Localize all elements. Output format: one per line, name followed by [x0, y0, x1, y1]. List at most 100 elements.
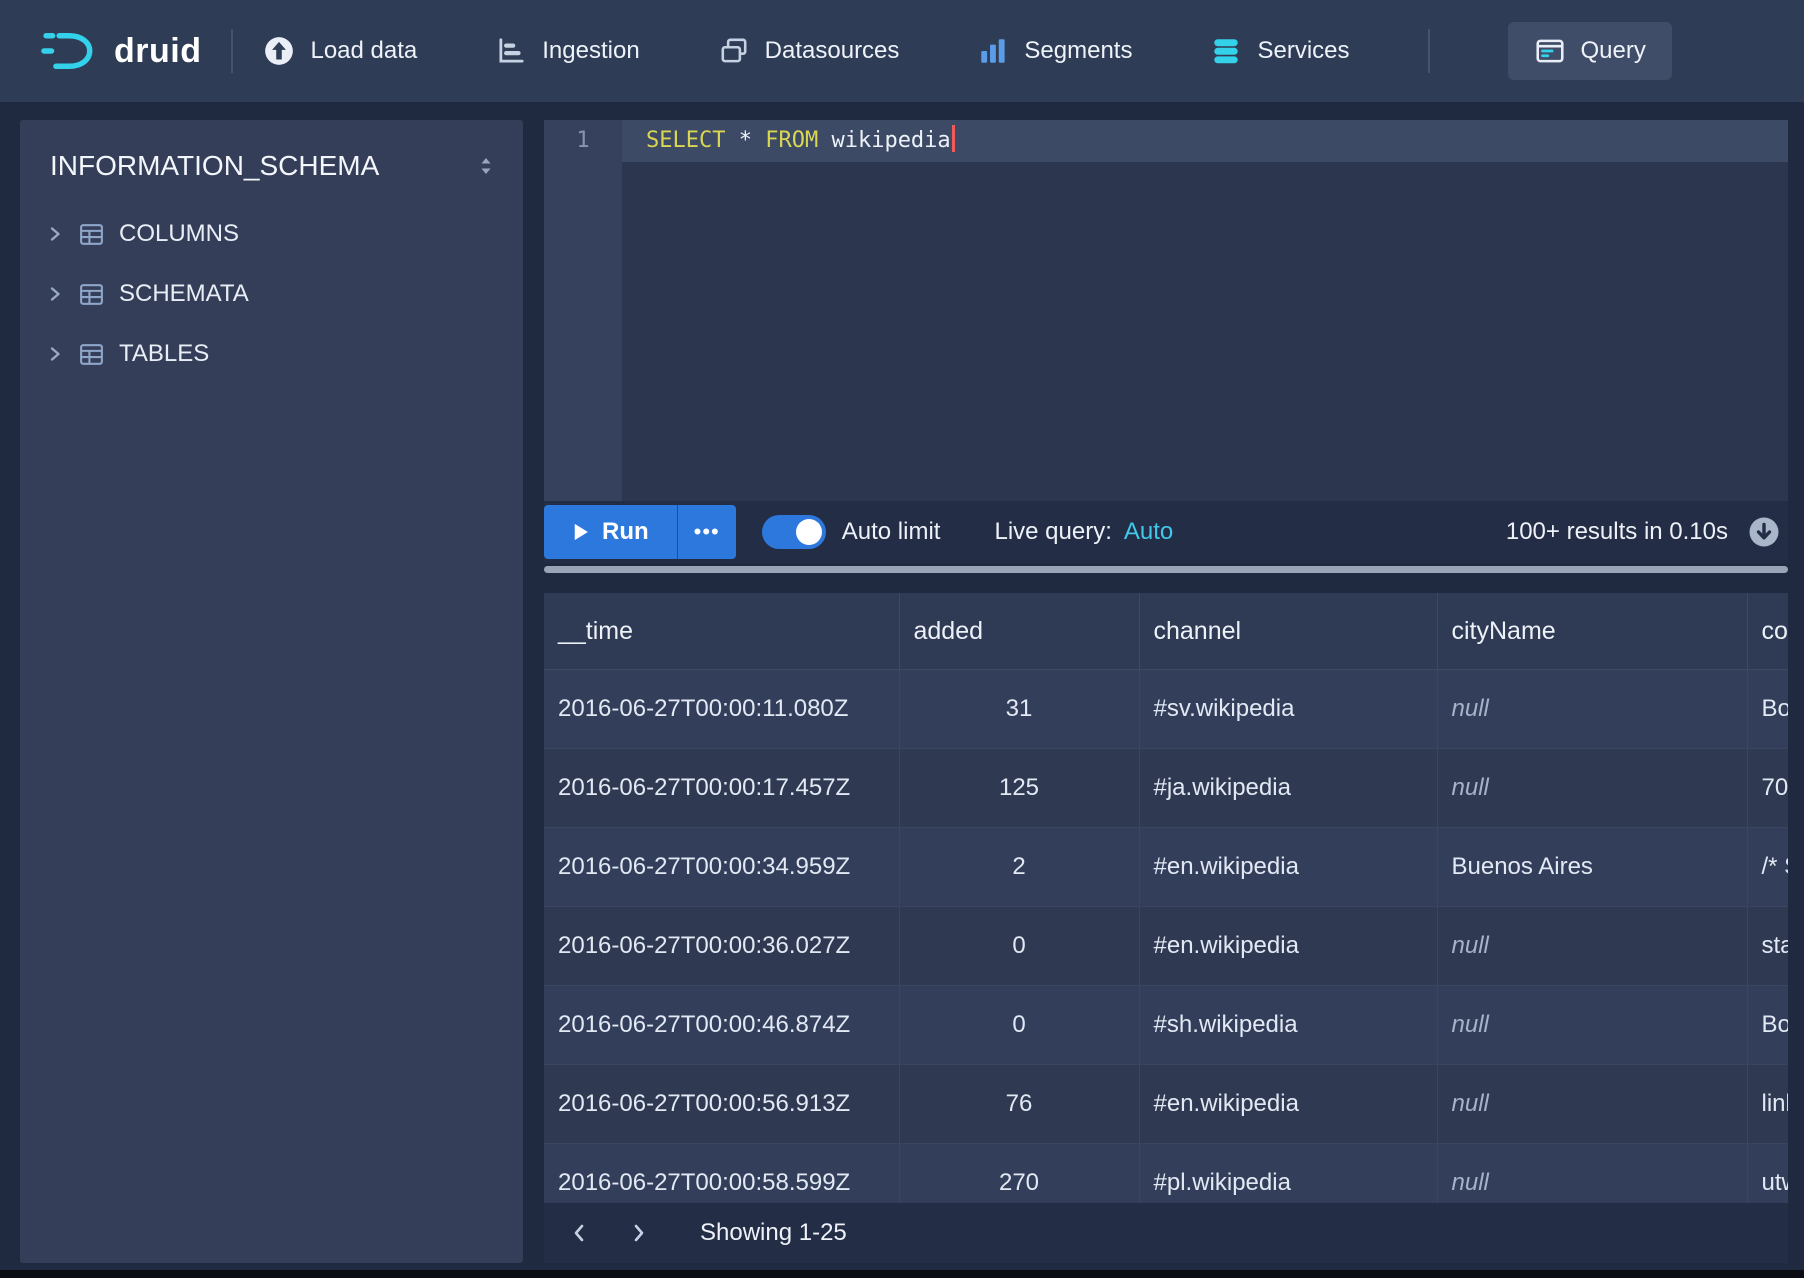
- run-button[interactable]: Run: [544, 505, 677, 559]
- sql-token: wikipedia: [818, 128, 950, 153]
- table-cell[interactable]: Bo: [1747, 670, 1788, 749]
- tree-item-label: TABLES: [119, 340, 209, 368]
- tree-item-tables[interactable]: TABLES: [20, 324, 523, 384]
- showing-label: Showing 1-25: [700, 1219, 847, 1247]
- table-cell[interactable]: Buenos Aires: [1437, 828, 1747, 907]
- text-cursor: [952, 125, 955, 152]
- nav-item-services[interactable]: Services: [1210, 35, 1349, 67]
- table-cell[interactable]: 2016-06-27T00:00:46.874Z: [544, 986, 899, 1065]
- pagination-bar: Showing 1-25: [544, 1203, 1788, 1263]
- nav-item-load-data[interactable]: Load data: [263, 35, 417, 67]
- run-button-label: Run: [602, 518, 649, 546]
- live-query-label: Live query:: [994, 518, 1111, 546]
- download-results-button[interactable]: [1746, 514, 1782, 550]
- schema-title: INFORMATION_SCHEMA: [50, 150, 379, 182]
- nav-item-segments[interactable]: Segments: [977, 35, 1132, 67]
- nav-item-datasources[interactable]: Datasources: [718, 35, 900, 67]
- table-cell[interactable]: #sh.wikipedia: [1139, 986, 1437, 1065]
- tree-item-label: COLUMNS: [119, 220, 239, 248]
- table-cell[interactable]: sta: [1747, 907, 1788, 986]
- table-cell[interactable]: 2016-06-27T00:00:36.027Z: [544, 907, 899, 986]
- sql-editor[interactable]: 1 SELECT * FROM wikipedia: [544, 120, 1788, 501]
- table-row: 2016-06-27T00:00:34.959Z2#en.wikipediaBu…: [544, 828, 1788, 907]
- run-button-group: Run •••: [544, 505, 736, 559]
- table-cell[interactable]: 2: [899, 828, 1139, 907]
- tree-item-columns[interactable]: COLUMNS: [20, 204, 523, 264]
- table-cell[interactable]: 2016-06-27T00:00:17.457Z: [544, 749, 899, 828]
- brand-name: druid: [114, 32, 201, 71]
- table-cell[interactable]: /* S: [1747, 828, 1788, 907]
- table-cell[interactable]: Bo: [1747, 986, 1788, 1065]
- play-icon: [572, 522, 590, 542]
- table-cell[interactable]: null: [1437, 670, 1747, 749]
- nav-item-label: Datasources: [765, 37, 900, 65]
- column-header-channel[interactable]: channel: [1139, 593, 1437, 670]
- chevron-right-icon: [46, 285, 64, 303]
- toggle-switch[interactable]: [762, 515, 826, 549]
- table-cell[interactable]: #ja.wikipedia: [1139, 749, 1437, 828]
- table-cell[interactable]: 125: [899, 749, 1139, 828]
- table-cell[interactable]: link: [1747, 1065, 1788, 1144]
- query-icon: [1534, 35, 1566, 67]
- table-cell[interactable]: #en.wikipedia: [1139, 1065, 1437, 1144]
- table-cell[interactable]: #en.wikipedia: [1139, 907, 1437, 986]
- next-page-button[interactable]: [616, 1211, 660, 1255]
- tree-item-label: SCHEMATA: [119, 280, 249, 308]
- results-meta: 100+ results in 0.10s: [1506, 514, 1788, 550]
- table-cell[interactable]: 70.: [1747, 749, 1788, 828]
- table-row: 2016-06-27T00:00:11.080Z31#sv.wikipedian…: [544, 670, 1788, 749]
- segments-icon: [977, 35, 1009, 67]
- live-query-value[interactable]: Auto: [1124, 518, 1173, 546]
- column-header-comment[interactable]: comment: [1747, 593, 1788, 670]
- chevron-right-icon: [46, 345, 64, 363]
- auto-limit-toggle[interactable]: Auto limit: [762, 515, 941, 549]
- editor-gutter: 1: [544, 120, 622, 501]
- table-cell[interactable]: 2016-06-27T00:00:56.913Z: [544, 1065, 899, 1144]
- table-cell[interactable]: 2016-06-27T00:00:34.959Z: [544, 828, 899, 907]
- live-query-control: Live query: Auto: [994, 518, 1173, 546]
- column-header-cityName[interactable]: cityName: [1437, 593, 1747, 670]
- column-header-added[interactable]: added: [899, 593, 1139, 670]
- run-more-button[interactable]: •••: [677, 505, 736, 559]
- tree-item-schemata[interactable]: SCHEMATA: [20, 264, 523, 324]
- sql-token: SELECT: [646, 128, 725, 153]
- table-row: 2016-06-27T00:00:36.027Z0#en.wikipedianu…: [544, 907, 1788, 986]
- results-area: __timeaddedchannelcityNamecomment2016-06…: [544, 593, 1788, 1263]
- table-cell[interactable]: #en.wikipedia: [1139, 828, 1437, 907]
- results-table: __timeaddedchannelcityNamecomment2016-06…: [544, 593, 1788, 1223]
- chevron-right-icon: [46, 225, 64, 243]
- services-icon: [1210, 35, 1242, 67]
- content-area: INFORMATION_SCHEMA COLUMNS SCHEMATA TABLES…: [0, 102, 1804, 1263]
- toggle-knob: [796, 519, 822, 545]
- table-row: 2016-06-27T00:00:46.874Z0#sh.wikipedianu…: [544, 986, 1788, 1065]
- schema-selector-button[interactable]: [475, 155, 497, 177]
- table-header-row: __timeaddedchannelcityNamecomment: [544, 593, 1788, 670]
- navbar-divider: [231, 29, 233, 73]
- chevron-left-icon: [568, 1221, 592, 1245]
- table-cell[interactable]: 31: [899, 670, 1139, 749]
- druid-brand[interactable]: druid: [40, 27, 201, 75]
- table-cell[interactable]: 0: [899, 907, 1139, 986]
- table-cell[interactable]: 2016-06-27T00:00:11.080Z: [544, 670, 899, 749]
- table-cell[interactable]: null: [1437, 907, 1747, 986]
- nav-item-query[interactable]: Query: [1508, 22, 1672, 80]
- schema-sidebar: INFORMATION_SCHEMA COLUMNS SCHEMATA TABLES: [20, 120, 523, 1263]
- table-cell[interactable]: null: [1437, 1065, 1747, 1144]
- table-cell[interactable]: 0: [899, 986, 1139, 1065]
- column-header-time[interactable]: __time: [544, 593, 899, 670]
- prev-page-button[interactable]: [558, 1211, 602, 1255]
- sql-code-line: SELECT * FROM wikipedia: [622, 120, 955, 501]
- table-cell[interactable]: #sv.wikipedia: [1139, 670, 1437, 749]
- nav-item-label: Ingestion: [542, 37, 639, 65]
- line-number: 1: [576, 128, 589, 153]
- horizontal-scrollbar[interactable]: [544, 566, 1788, 573]
- chevron-right-icon: [626, 1221, 650, 1245]
- table-icon: [78, 341, 105, 368]
- table-cell[interactable]: null: [1437, 749, 1747, 828]
- sql-token: FROM: [765, 128, 818, 153]
- double-caret-vertical-icon: [475, 155, 497, 177]
- nav-item-ingestion[interactable]: Ingestion: [495, 35, 639, 67]
- sql-token: *: [725, 128, 765, 153]
- table-cell[interactable]: null: [1437, 986, 1747, 1065]
- table-cell[interactable]: 76: [899, 1065, 1139, 1144]
